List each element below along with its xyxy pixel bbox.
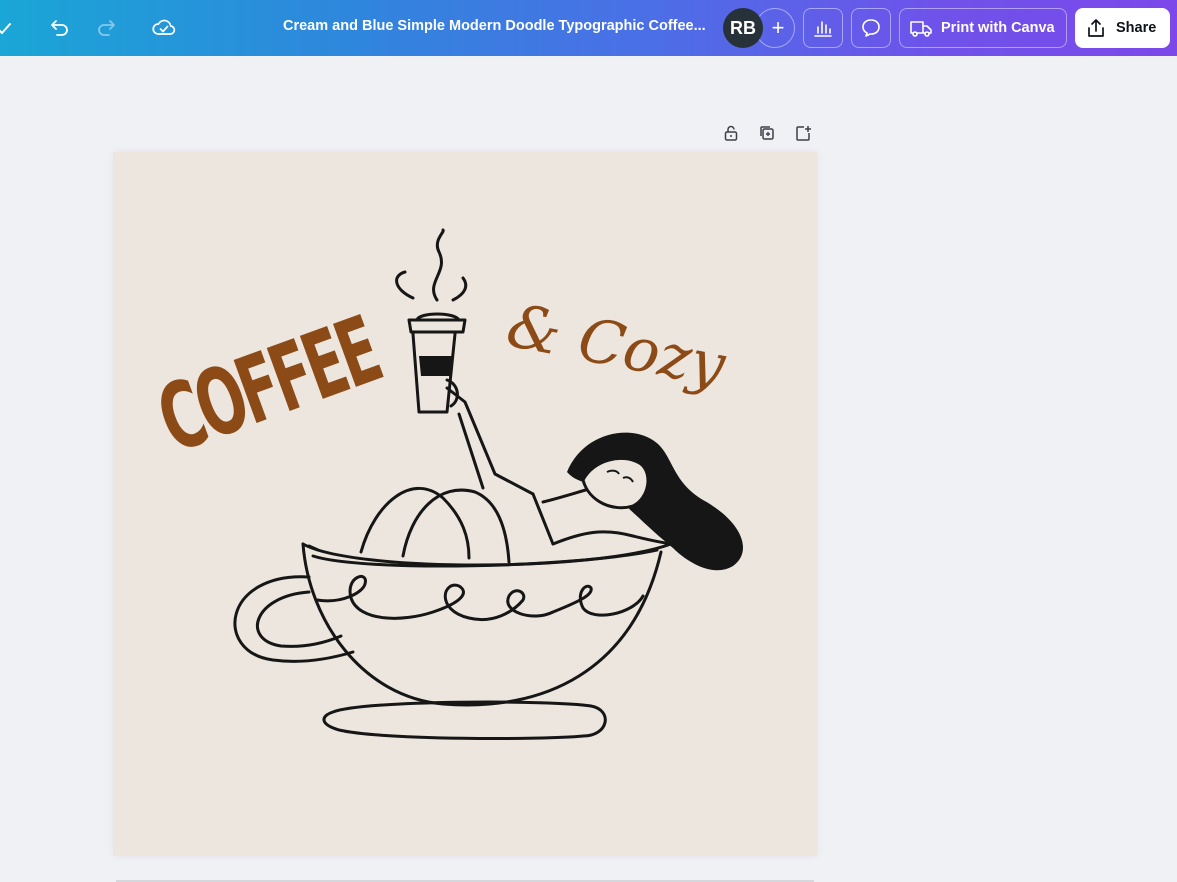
comments-button[interactable]: [851, 8, 891, 48]
add-page-icon[interactable]: [792, 122, 814, 144]
editor-topbar: Cream and Blue Simple Modern Doodle Typo…: [0, 0, 1177, 56]
design-canvas-page[interactable]: COFFEE & Cozy: [113, 152, 817, 856]
check-icon[interactable]: [0, 12, 16, 44]
bar-chart-icon: [814, 21, 832, 37]
print-with-canva-button[interactable]: Print with Canva: [899, 8, 1067, 48]
lock-icon[interactable]: [720, 122, 742, 144]
analytics-button[interactable]: [803, 8, 843, 48]
share-button[interactable]: Share: [1075, 8, 1170, 48]
redo-icon[interactable]: [90, 12, 122, 44]
duplicate-page-icon[interactable]: [756, 122, 778, 144]
plus-icon: +: [771, 15, 785, 40]
document-title[interactable]: Cream and Blue Simple Modern Doodle Typo…: [283, 18, 713, 34]
cloud-check-icon[interactable]: [148, 12, 180, 44]
upload-icon: [1088, 19, 1104, 37]
user-avatar[interactable]: RB: [723, 8, 763, 48]
undo-icon[interactable]: [44, 12, 76, 44]
woman-relaxing-in-coffee-cup-illustration[interactable]: [113, 152, 817, 856]
comment-icon: [862, 19, 880, 37]
truck-icon: [910, 21, 932, 37]
share-button-label: Share: [1116, 20, 1157, 36]
print-button-label: Print with Canva: [941, 20, 1055, 36]
